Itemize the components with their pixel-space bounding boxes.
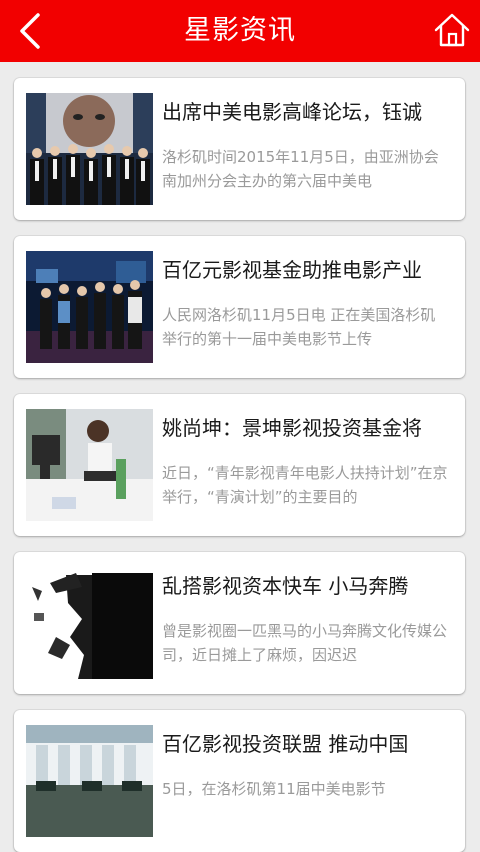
news-summary: 5日，在洛杉矶第11届中美电影节: [162, 780, 386, 798]
news-item[interactable]: 出席中美电影高峰论坛，钰诚 洛杉矶时间2015年11月5日，由亚洲协会南加州分会…: [14, 78, 465, 220]
news-thumbnail: [26, 725, 153, 837]
news-thumbnail: [26, 251, 153, 363]
news-thumbnail: [26, 409, 153, 521]
news-thumbnail: [26, 567, 153, 679]
news-title: 出席中美电影高峰论坛，钰诚: [162, 100, 422, 124]
news-title: 百亿元影视基金助推电影产业: [162, 258, 422, 282]
news-title: 姚尚坤：景坤影视投资基金将: [162, 416, 422, 440]
home-button[interactable]: [432, 10, 472, 50]
news-title: 百亿影视投资联盟 推动中国: [162, 732, 409, 756]
news-summary: 曾是影视圈一匹黑马的小马奔腾文化传媒公司，近日摊上了麻烦，因迟迟: [162, 622, 448, 664]
news-item[interactable]: 百亿影视投资联盟 推动中国 5日，在洛杉矶第11届中美电影节: [14, 710, 465, 852]
news-thumbnail: [26, 93, 153, 205]
news-summary: 人民网洛杉矶11月5日电 正在美国洛杉矶举行的第十一届中美电影节上传: [162, 306, 436, 348]
home-icon: [434, 13, 470, 47]
news-title: 乱搭影视资本快车 小马奔腾: [162, 574, 409, 598]
news-item[interactable]: 乱搭影视资本快车 小马奔腾 曾是影视圈一匹黑马的小马奔腾文化传媒公司，近日摊上了…: [14, 552, 465, 694]
news-summary: 洛杉矶时间2015年11月5日，由亚洲协会南加州分会主办的第六届中美电: [162, 148, 439, 190]
top-bar: 星影资讯: [0, 0, 480, 62]
news-item[interactable]: 姚尚坤：景坤影视投资基金将 近日，“青年影视青年电影人扶持计划”在京举行，“青演…: [14, 394, 465, 536]
news-item[interactable]: 百亿元影视基金助推电影产业 人民网洛杉矶11月5日电 正在美国洛杉矶举行的第十一…: [14, 236, 465, 378]
page-title: 星影资讯: [184, 15, 296, 46]
news-summary: 近日，“青年影视青年电影人扶持计划”在京举行，“青演计划”的主要目的: [162, 464, 448, 506]
